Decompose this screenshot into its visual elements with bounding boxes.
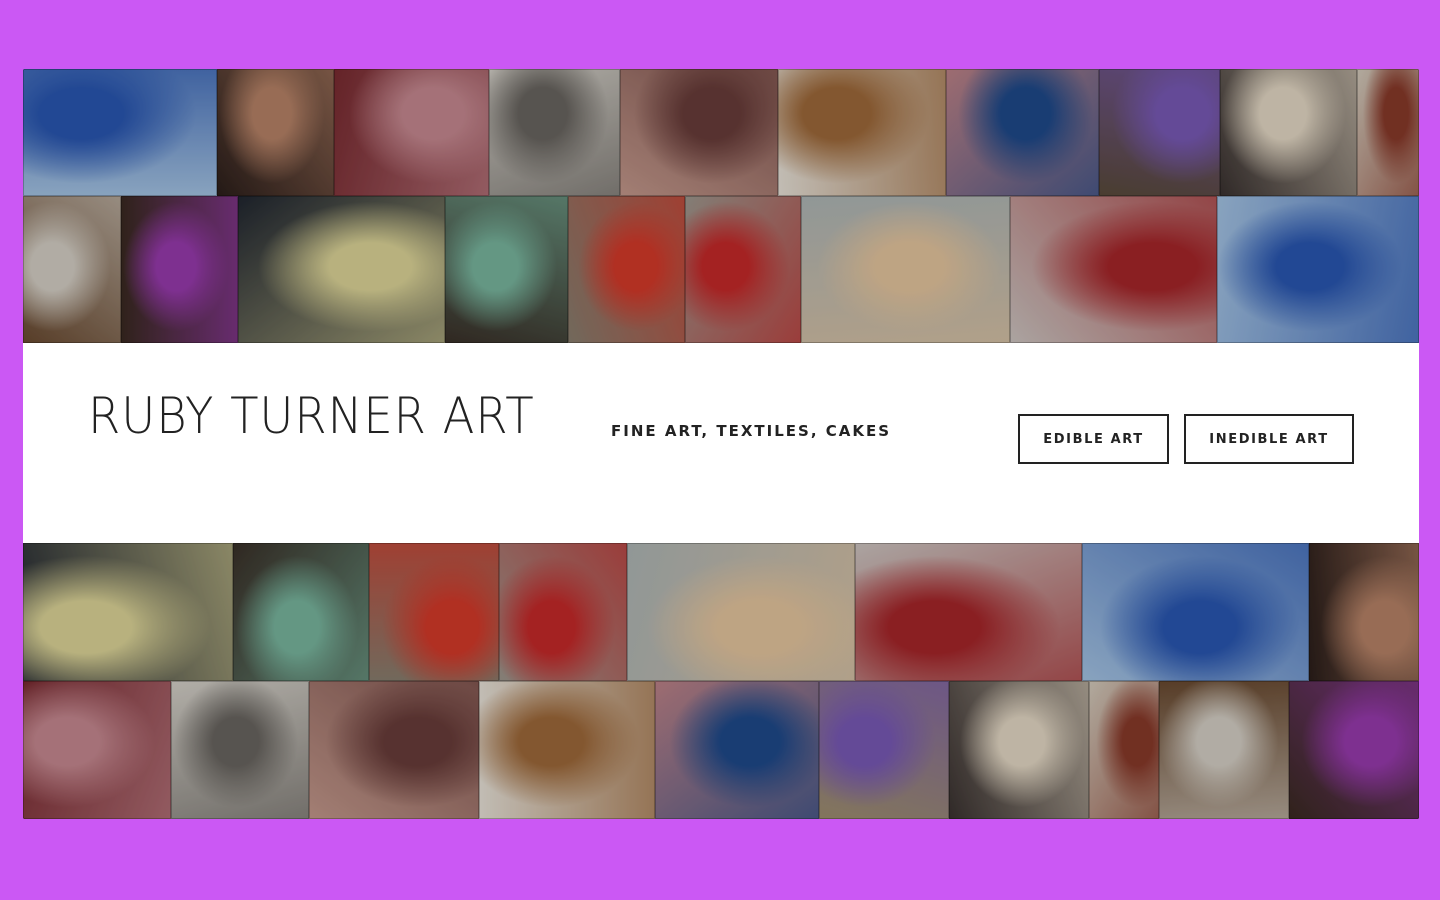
gallery-image-hand-heart-ring[interactable] bbox=[855, 543, 1082, 681]
gallery-image-tiered-cake-orange-roses[interactable] bbox=[238, 196, 445, 343]
gallery-image-man-pencil-sketch[interactable] bbox=[171, 681, 309, 819]
gallery-image-water-droplet-painting[interactable] bbox=[1217, 196, 1419, 343]
gallery-image-face-closeup-painting[interactable] bbox=[620, 69, 778, 196]
gallery-image-water-droplet-painting[interactable] bbox=[23, 69, 217, 196]
gallery-image-red-haired-plush-doll[interactable] bbox=[369, 543, 499, 681]
site-title[interactable]: RUBY TURNER ART bbox=[88, 387, 535, 445]
gallery-image-clay-charms[interactable] bbox=[479, 681, 655, 819]
gallery-image-red-haired-plush-doll-back[interactable] bbox=[685, 196, 801, 343]
gallery-image-torso-sculpture[interactable] bbox=[23, 196, 121, 343]
gallery-image-torso-vase-flowers[interactable] bbox=[1099, 69, 1220, 196]
gallery-image-mint-green-cake[interactable] bbox=[233, 543, 369, 681]
gallery-image-blue-eye-painting[interactable] bbox=[655, 681, 819, 819]
gallery-image-two-plush-dolls[interactable] bbox=[801, 196, 1010, 343]
gallery-image-torso-vase-flowers[interactable] bbox=[819, 681, 949, 819]
gallery-image-wedding-cake-orchids[interactable] bbox=[949, 681, 1089, 819]
gallery-image-geisha-mosaic[interactable] bbox=[1089, 681, 1159, 819]
gallery-image-hand-heart-ring[interactable] bbox=[1010, 196, 1217, 343]
gallery-image-torso-vase-flowers[interactable] bbox=[1289, 681, 1419, 819]
gallery-row-top-1 bbox=[23, 69, 1419, 196]
gallery-row-bottom-2 bbox=[23, 681, 1419, 819]
gallery-image-red-haired-plush-doll-back[interactable] bbox=[499, 543, 627, 681]
gallery-image-geisha-mosaic[interactable] bbox=[1357, 69, 1419, 196]
gallery-image-woman-portrait-painting[interactable] bbox=[217, 69, 334, 196]
gallery-image-red-haired-plush-doll[interactable] bbox=[568, 196, 685, 343]
gallery-image-two-plush-dolls[interactable] bbox=[627, 543, 855, 681]
page-frame: RUBY TURNER ART FINE ART, TEXTILES, CAKE… bbox=[23, 69, 1419, 819]
gallery-image-water-droplet-painting[interactable] bbox=[1082, 543, 1309, 681]
gallery-image-man-pencil-sketch[interactable] bbox=[489, 69, 620, 196]
inedible-art-button[interactable]: INEDIBLE ART bbox=[1184, 414, 1354, 464]
gallery-image-clay-charms[interactable] bbox=[778, 69, 946, 196]
gallery-image-woman-portrait-painting[interactable] bbox=[1309, 543, 1419, 681]
gallery-image-mint-green-cake[interactable] bbox=[445, 196, 568, 343]
edible-art-button[interactable]: EDIBLE ART bbox=[1018, 414, 1169, 464]
gallery-image-lips-painting[interactable] bbox=[334, 69, 489, 196]
hero-banner: RUBY TURNER ART FINE ART, TEXTILES, CAKE… bbox=[23, 343, 1419, 543]
gallery-image-blue-eye-painting[interactable] bbox=[946, 69, 1099, 196]
gallery-image-face-closeup-painting[interactable] bbox=[309, 681, 479, 819]
gallery-image-torso-vase-flowers[interactable] bbox=[121, 196, 238, 343]
site-tagline: FINE ART, TEXTILES, CAKES bbox=[611, 422, 892, 440]
gallery-image-torso-sculpture[interactable] bbox=[1159, 681, 1289, 819]
gallery-image-tiered-cake-orange-roses[interactable] bbox=[23, 543, 233, 681]
gallery-row-bottom-1 bbox=[23, 543, 1419, 681]
gallery-row-top-2 bbox=[23, 196, 1419, 343]
gallery-image-wedding-cake-orchids[interactable] bbox=[1220, 69, 1357, 196]
gallery-image-lips-painting[interactable] bbox=[23, 681, 171, 819]
